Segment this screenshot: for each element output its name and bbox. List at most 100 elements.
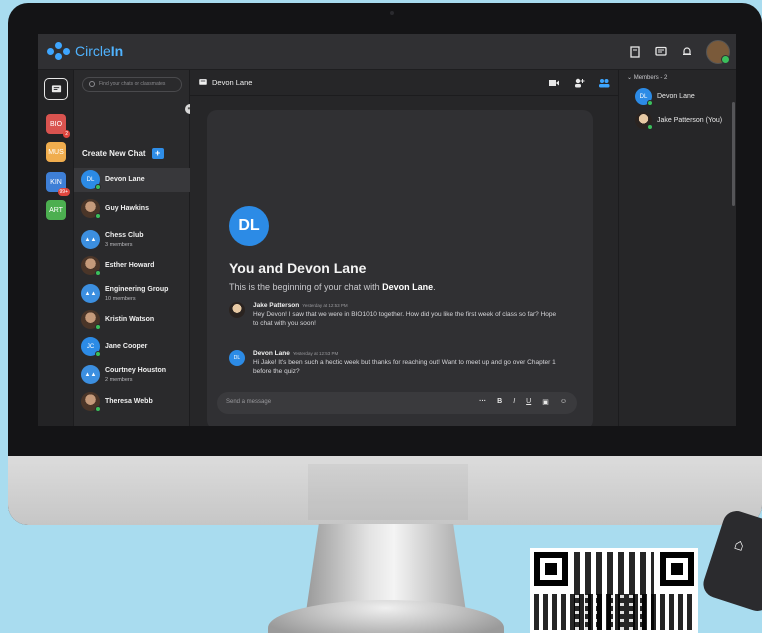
messages-icon[interactable] [654, 45, 668, 59]
message-input[interactable]: Send a message ··· B I U ▣ ☺ [217, 392, 577, 414]
avatar [635, 112, 653, 130]
message-text: Hey Devon! I saw that we were in BIO1010… [253, 311, 557, 327]
unread-badge: 2 [63, 130, 70, 138]
top-bar: CircleIn [38, 34, 736, 70]
logo-text: CircleIn [75, 43, 124, 59]
message-author: Devon Lane Yesterday at 12:53 PM [253, 350, 339, 357]
class-rail: BIO 2 MUS KIN 99+ ART [38, 70, 74, 426]
intro-avatar: DL [229, 206, 269, 246]
emoji-icon[interactable]: ☺ [560, 398, 567, 406]
chat-item-jane-cooper[interactable]: JC Jane Cooper [74, 335, 190, 359]
input-placeholder: Send a message [226, 399, 272, 405]
chat-title: Devon Lane [212, 78, 253, 87]
members-title[interactable]: ⌄ Members - 2 [627, 74, 667, 81]
conversation-panel: DL You and Devon Lane This is the beginn… [207, 110, 593, 426]
chat-item-devon-lane[interactable]: DL Devon Lane [74, 168, 190, 192]
chat-item-chess-club[interactable]: ▲▲ Chess Club 3 members [74, 228, 190, 252]
class-badge-kin[interactable]: KIN 99+ [46, 172, 70, 196]
chat-name: Chess Club [105, 232, 144, 239]
video-call-icon[interactable] [548, 77, 560, 89]
qr-finder [660, 552, 694, 586]
avatar: DL [635, 88, 653, 106]
avatar [81, 392, 101, 412]
create-new-chat[interactable]: Create New Chat + [82, 148, 164, 159]
class-badge-bio[interactable]: BIO 2 [46, 114, 70, 138]
chat-item-kristin-watson[interactable]: Kristin Watson [74, 308, 190, 332]
notebook-icon[interactable] [628, 45, 642, 59]
group-icon: ▲▲ [81, 230, 100, 249]
logo-icon [47, 42, 71, 60]
chat-name: Devon Lane [105, 176, 145, 183]
group-icon: ▲▲ [81, 365, 100, 384]
chat-icon [51, 84, 61, 92]
search-icon [89, 81, 95, 87]
member-name: Jake Patterson (You) [657, 117, 723, 124]
plus-icon: + [151, 148, 164, 159]
intro-title: You and Devon Lane [229, 260, 367, 276]
members-scrollbar[interactable] [732, 102, 735, 206]
avatar [81, 310, 101, 330]
member-name: Devon Lane [657, 93, 695, 100]
chat-list: Find your chats or classmates Create New… [74, 70, 190, 426]
chat-nav-button[interactable] [44, 78, 68, 100]
chat-name: Esther Howard [105, 262, 155, 269]
chat-item-courtney-houston[interactable]: ▲▲ Courtney Houston 2 members [74, 363, 190, 387]
chin-logo [308, 464, 468, 520]
class-badge-mus[interactable]: MUS [46, 142, 66, 162]
chat-sub: 10 members [105, 296, 136, 302]
unread-badge: 99+ [57, 188, 70, 196]
chat-name: Kristin Watson [105, 316, 155, 323]
qr-finder [534, 552, 568, 586]
intro-subtitle: This is the beginning of your chat with … [229, 282, 436, 292]
members-icon[interactable] [598, 77, 610, 89]
chat-item-guy-hawkins[interactable]: Guy Hawkins [74, 197, 190, 221]
top-bar-icons [628, 40, 730, 64]
chat-name: Jane Cooper [105, 343, 148, 350]
more-options-button[interactable]: ··· [479, 398, 486, 406]
monitor-chin [8, 456, 762, 525]
chat-item-esther-howard[interactable]: Esther Howard [74, 254, 190, 278]
add-member-icon[interactable] [573, 77, 585, 89]
chat-sub: 3 members [105, 242, 133, 248]
image-icon[interactable]: ▣ [542, 398, 549, 406]
chat-name: Courtney Houston [105, 367, 167, 374]
monitor-base [268, 600, 504, 633]
chat-main: Devon Lane DL You and Devon Lane This is… [190, 70, 618, 426]
chat-sub: 2 members [105, 377, 133, 383]
avatar [81, 256, 101, 276]
qr-pattern [534, 594, 694, 630]
user-avatar[interactable] [706, 40, 730, 64]
message-time: Yesterday at 12:53 PM [292, 351, 339, 356]
camera [390, 11, 394, 15]
avatar: JC [81, 337, 101, 357]
group-icon: ▲▲ [81, 284, 100, 303]
italic-button[interactable]: I [513, 398, 515, 406]
chat-icon [199, 79, 207, 85]
app-screen: CircleIn BIO2 MUS KIN99+ ART Find your [38, 34, 736, 426]
avatar [229, 302, 245, 318]
avatar: DL [229, 350, 245, 366]
avatar [81, 199, 101, 219]
members-panel: ⌄ Members - 2 DL Devon Lane Jake Patters… [618, 70, 736, 426]
chat-item-engineering-group[interactable]: ▲▲ Engineering Group 10 members [74, 282, 190, 306]
chat-name: Guy Hawkins [105, 205, 149, 212]
chat-header: Devon Lane [190, 70, 618, 96]
message-text: Hi Jake! It's been such a hectic week bu… [253, 359, 556, 375]
chat-item-theresa-webb[interactable]: Theresa Webb [74, 390, 190, 414]
bell-icon[interactable] [680, 45, 694, 59]
formatting-toolbar: ··· B I U ▣ ☺ [479, 398, 567, 406]
chat-name: Theresa Webb [105, 398, 153, 405]
class-badge-art[interactable]: ART [46, 200, 66, 220]
home-icon: ⌂ [732, 535, 747, 555]
bold-button[interactable]: B [497, 398, 502, 406]
monitor-stand [306, 524, 466, 612]
message-author: Jake Patterson Yesterday at 12:53 PM [253, 302, 348, 309]
avatar: DL [81, 170, 101, 190]
member-jake-patterson[interactable]: Jake Patterson (You) [635, 112, 735, 130]
chat-name: Engineering Group [105, 286, 169, 293]
qr-code [530, 548, 698, 633]
underline-button[interactable]: U [526, 398, 531, 406]
app-logo[interactable]: CircleIn [47, 42, 123, 60]
search-input[interactable]: Find your chats or classmates [82, 77, 182, 92]
member-devon-lane[interactable]: DL Devon Lane [635, 88, 735, 106]
